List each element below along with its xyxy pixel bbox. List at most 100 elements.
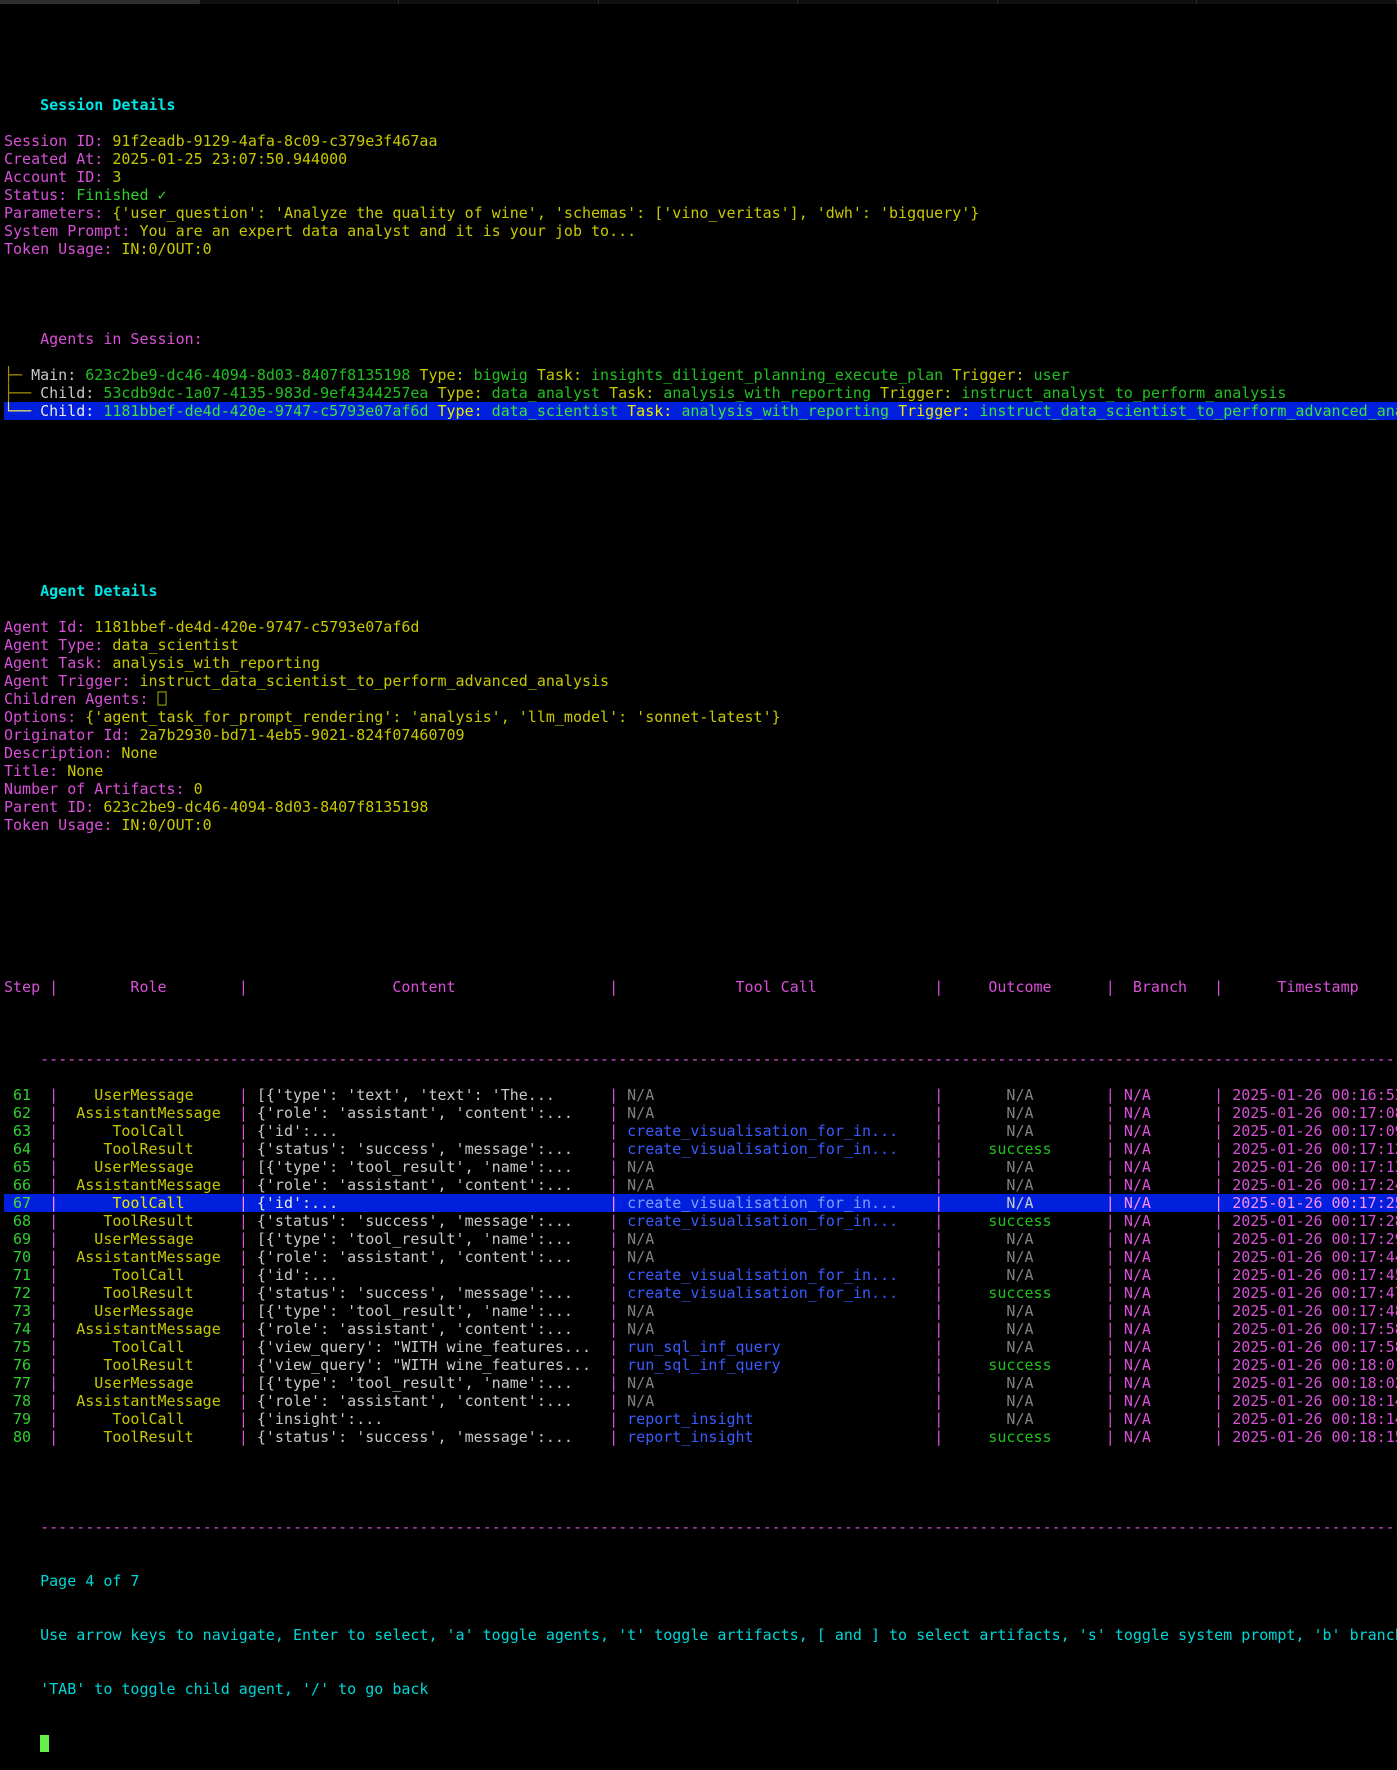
- cell-content: {'insight':...: [248, 1410, 609, 1428]
- steps-table-row[interactable]: 66 | AssistantMessage | {'role': 'assist…: [4, 1176, 1397, 1194]
- cell-divider: |: [1106, 1194, 1115, 1212]
- cell-divider: |: [609, 1266, 618, 1284]
- cell-divider: |: [609, 1140, 618, 1158]
- steps-table-row[interactable]: 65 | UserMessage | [{'type': 'tool_resul…: [4, 1158, 1397, 1176]
- agent-field-9: Number of Artifacts: 0: [4, 780, 1397, 798]
- steps-table-row[interactable]: 61 | UserMessage | [{'type': 'text', 'te…: [4, 1086, 1397, 1104]
- prompt-line: [4, 1716, 1397, 1734]
- session-field-value: {'user_question': 'Analyze the quality o…: [103, 204, 979, 222]
- cell-divider: |: [934, 1284, 943, 1302]
- cell-outcome: N/A: [943, 1176, 1106, 1194]
- steps-table-row[interactable]: 69 | UserMessage | [{'type': 'tool_resul…: [4, 1230, 1397, 1248]
- cell-content: {'role': 'assistant', 'content':...: [248, 1176, 609, 1194]
- steps-table-row[interactable]: 68 | ToolResult | {'status': 'success', …: [4, 1212, 1397, 1230]
- cell-step: 73: [4, 1302, 49, 1320]
- cell-divider: |: [1106, 1176, 1115, 1194]
- steps-table-row-selected[interactable]: 67 | ToolCall | {'id':... | create_visua…: [4, 1194, 1397, 1212]
- agent-field-4: Children Agents: ⎕: [4, 690, 1397, 708]
- agent-field-label: Agent Id:: [4, 618, 85, 636]
- steps-table-row[interactable]: 80 | ToolResult | {'status': 'success', …: [4, 1428, 1397, 1446]
- steps-table-row[interactable]: 64 | ToolResult | {'status': 'success', …: [4, 1140, 1397, 1158]
- agent-tree-item-2[interactable]: └── Child: 1181bbef-de4d-420e-9747-c5793…: [4, 402, 1397, 420]
- cell-role: UserMessage: [58, 1086, 239, 1104]
- cell-divider: |: [49, 1212, 58, 1230]
- cell-timestamp: 2025-01-26 00:17:58: [1223, 1338, 1397, 1356]
- cell-content: {'status': 'success', 'message':...: [248, 1428, 609, 1446]
- col-header-role: Role: [58, 978, 239, 996]
- cell-timestamp: 2025-01-26 00:17:48: [1223, 1302, 1397, 1320]
- agent-kind: Main:: [22, 366, 76, 384]
- agent-task-label: Task:: [618, 402, 672, 420]
- cell-timestamp: 2025-01-26 00:17:28: [1223, 1212, 1397, 1230]
- cell-role: ToolCall: [58, 1194, 239, 1212]
- cell-branch: N/A: [1115, 1104, 1214, 1122]
- cell-timestamp: 2025-01-26 00:18:02: [1223, 1374, 1397, 1392]
- agent-field-label: Options:: [4, 708, 76, 726]
- cell-divider: |: [934, 1266, 943, 1284]
- cell-step: 67: [4, 1194, 49, 1212]
- cell-divider: |: [609, 1194, 618, 1212]
- row-highlight[interactable]: 67 | ToolCall | {'id':... | create_visua…: [4, 1194, 1397, 1212]
- agents-tree[interactable]: ├─ Main: 623c2be9-dc46-4094-8d03-8407f81…: [4, 366, 1397, 420]
- cell-divider: |: [1106, 1230, 1115, 1248]
- steps-table-row[interactable]: 79 | ToolCall | {'insight':... | report_…: [4, 1410, 1397, 1428]
- cell-timestamp: 2025-01-26 00:17:24: [1223, 1176, 1397, 1194]
- cell-divider: |: [1106, 1302, 1115, 1320]
- agent-field-value: 0: [185, 780, 203, 798]
- cell-role: ToolCall: [58, 1122, 239, 1140]
- col-header-content: Content: [248, 978, 609, 996]
- cell-divider: |: [49, 1320, 58, 1338]
- cell-tool-call: N/A: [618, 1248, 934, 1266]
- cell-content: [{'type': 'tool_result', 'name':...: [248, 1374, 609, 1392]
- session-field-1: Created At: 2025-01-25 23:07:50.944000: [4, 150, 1397, 168]
- agent-tree-item-0[interactable]: ├─ Main: 623c2be9-dc46-4094-8d03-8407f81…: [4, 366, 1397, 384]
- column-divider: |: [609, 978, 618, 996]
- agent-task: analysis_with_reporting: [654, 384, 871, 402]
- footer-separator: ----------------------------------------…: [4, 1500, 1397, 1518]
- session-field-value: 2025-01-25 23:07:50.944000: [103, 150, 347, 168]
- cell-branch: N/A: [1115, 1176, 1214, 1194]
- text-cursor[interactable]: [40, 1735, 49, 1752]
- cell-divider: |: [609, 1410, 618, 1428]
- cell-role: AssistantMessage: [58, 1248, 239, 1266]
- cell-timestamp: 2025-01-26 00:16:53: [1223, 1086, 1397, 1104]
- col-header-branch: Branch: [1115, 978, 1214, 996]
- cell-step: 70: [4, 1248, 49, 1266]
- steps-table-row[interactable]: 62 | AssistantMessage | {'role': 'assist…: [4, 1104, 1397, 1122]
- agent-trigger: instruct_data_scientist_to_perform_advan…: [970, 402, 1397, 420]
- cell-divider: |: [49, 1428, 58, 1446]
- agent-field-label: Token Usage:: [4, 816, 112, 834]
- column-divider: |: [934, 978, 943, 996]
- agent-field-label: Children Agents:: [4, 690, 149, 708]
- steps-table-row[interactable]: 63 | ToolCall | {'id':... | create_visua…: [4, 1122, 1397, 1140]
- steps-table-row[interactable]: 70 | AssistantMessage | {'role': 'assist…: [4, 1248, 1397, 1266]
- agent-tree-selected[interactable]: └── Child: 1181bbef-de4d-420e-9747-c5793…: [4, 402, 1397, 420]
- cell-step: 65: [4, 1158, 49, 1176]
- cell-tool-call: N/A: [618, 1374, 934, 1392]
- agent-task: analysis_with_reporting: [672, 402, 889, 420]
- steps-table-row[interactable]: 74 | AssistantMessage | {'role': 'assist…: [4, 1320, 1397, 1338]
- steps-table-body[interactable]: 61 | UserMessage | [{'type': 'text', 'te…: [4, 1086, 1397, 1446]
- cell-outcome: success: [943, 1212, 1106, 1230]
- cell-divider: |: [49, 1266, 58, 1284]
- cell-divider: |: [1214, 1140, 1223, 1158]
- cell-divider: |: [1106, 1212, 1115, 1230]
- cell-divider: |: [239, 1158, 248, 1176]
- steps-table-row[interactable]: 78 | AssistantMessage | {'role': 'assist…: [4, 1392, 1397, 1410]
- agent-tree-item-1[interactable]: ├── Child: 53cdb9dc-1a07-4135-983d-9ef43…: [4, 384, 1397, 402]
- cell-outcome: N/A: [943, 1194, 1106, 1212]
- cell-branch: N/A: [1115, 1410, 1214, 1428]
- steps-table-row[interactable]: 75 | ToolCall | {'view_query': "WITH win…: [4, 1338, 1397, 1356]
- agent-field-value: instruct_data_scientist_to_perform_advan…: [130, 672, 609, 690]
- session-field-value: 91f2eadb-9129-4afa-8c09-c379e3f467aa: [103, 132, 437, 150]
- cell-divider: |: [609, 1392, 618, 1410]
- steps-table-row[interactable]: 77 | UserMessage | [{'type': 'tool_resul…: [4, 1374, 1397, 1392]
- steps-table-row[interactable]: 73 | UserMessage | [{'type': 'tool_resul…: [4, 1302, 1397, 1320]
- cell-divider: |: [609, 1338, 618, 1356]
- steps-table-row[interactable]: 76 | ToolResult | {'view_query': "WITH w…: [4, 1356, 1397, 1374]
- agent-field-1: Agent Type: data_scientist: [4, 636, 1397, 654]
- session-field-value: You are an expert data analyst and it is…: [130, 222, 636, 240]
- steps-table-row[interactable]: 71 | ToolCall | {'id':... | create_visua…: [4, 1266, 1397, 1284]
- steps-table-row[interactable]: 72 | ToolResult | {'status': 'success', …: [4, 1284, 1397, 1302]
- cell-divider: |: [934, 1302, 943, 1320]
